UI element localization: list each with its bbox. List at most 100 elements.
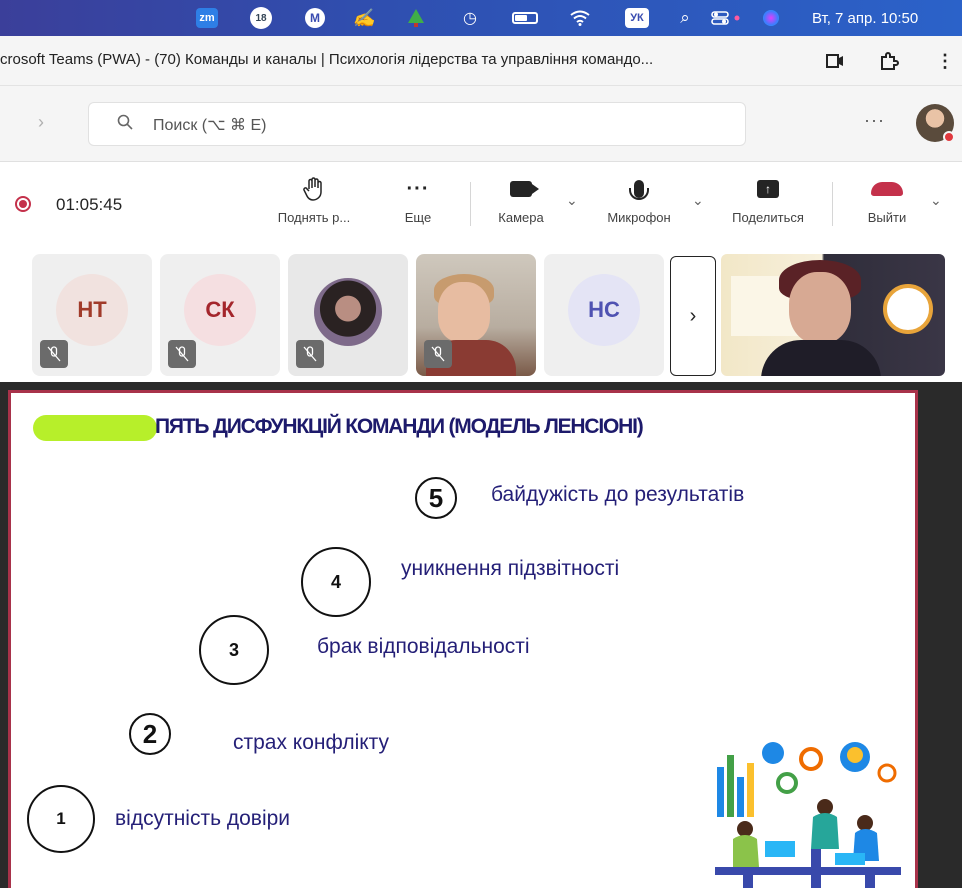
camera-icon bbox=[510, 172, 539, 206]
time-machine-icon[interactable]: ◷ bbox=[458, 8, 482, 28]
more-actions-button[interactable]: ··· Еще bbox=[396, 172, 440, 238]
input-source-icon[interactable]: УК bbox=[625, 8, 649, 28]
signature-icon[interactable]: ✍ bbox=[352, 8, 376, 28]
step-number-5: 5 bbox=[415, 477, 457, 519]
wifi-shape bbox=[570, 10, 590, 26]
battery-icon[interactable] bbox=[510, 8, 540, 28]
step-text-5: байдужість до результатів bbox=[491, 483, 745, 506]
leave-button[interactable]: Выйти bbox=[852, 172, 922, 238]
institute-logo bbox=[883, 284, 933, 334]
participant-initials: НС bbox=[568, 274, 640, 346]
siri-icon[interactable] bbox=[760, 8, 782, 28]
hand-shape bbox=[303, 177, 322, 201]
leave-label: Выйти bbox=[867, 210, 907, 225]
camera-label: Камера bbox=[498, 210, 544, 225]
presenter-video-tile[interactable] bbox=[721, 254, 945, 376]
participant-strip: НТ СК НС › bbox=[0, 246, 962, 382]
title-highlight-marker bbox=[33, 415, 157, 441]
step-text-3: брак відповідальності bbox=[317, 635, 530, 658]
mail-letter: M bbox=[305, 8, 325, 28]
tree-app-icon[interactable] bbox=[404, 8, 428, 28]
step-number-1: 1 bbox=[27, 785, 95, 853]
step-text-1: відсутність довіри bbox=[115, 807, 291, 830]
presence-busy-icon bbox=[943, 131, 955, 143]
hang-up-icon bbox=[871, 172, 903, 206]
step-number-2: 2 bbox=[129, 713, 171, 755]
mic-muted-icon bbox=[168, 340, 196, 368]
control-center-icon[interactable] bbox=[708, 8, 748, 28]
video-cast-icon[interactable] bbox=[822, 48, 848, 74]
macos-menu-bar: zm 18 M ✍ ◷ УК ⌕ Вт, 7 апр. 10:50 bbox=[0, 0, 962, 36]
participant-photo bbox=[314, 278, 382, 346]
hand-icon bbox=[303, 172, 325, 206]
participant-video-tile[interactable] bbox=[416, 254, 536, 376]
meeting-toolbar: 01:05:45 Поднять р... ··· Еще Камера ⌄ М… bbox=[0, 162, 962, 246]
muted-shape bbox=[431, 346, 445, 362]
team-illustration bbox=[715, 742, 901, 888]
participant-tile[interactable] bbox=[288, 254, 408, 376]
badge-count: 18 bbox=[250, 7, 272, 29]
microphone-button[interactable]: Микрофон bbox=[594, 172, 684, 238]
extension-icon[interactable] bbox=[876, 48, 902, 74]
kebab-menu-icon[interactable]: ⋮ bbox=[932, 48, 958, 74]
presenter-body bbox=[761, 340, 881, 376]
puzzle-shape bbox=[881, 52, 899, 70]
camera-options-chevron-icon[interactable]: ⌄ bbox=[566, 192, 578, 209]
microphone-icon bbox=[629, 172, 649, 206]
mic-muted-icon bbox=[40, 340, 68, 368]
toolbar-divider bbox=[832, 182, 833, 226]
share-label: Поделиться bbox=[732, 210, 804, 225]
camera-button[interactable]: Камера bbox=[486, 172, 556, 238]
more-dots-icon: ··· bbox=[406, 177, 430, 200]
microphone-label: Микрофон bbox=[607, 210, 671, 225]
participant-tile[interactable]: НС bbox=[544, 254, 664, 376]
back-chevron-icon[interactable]: › bbox=[38, 112, 44, 133]
control-center-shape bbox=[711, 11, 740, 25]
window-title-bar: crosoft Teams (PWA) - (70) Команды и кан… bbox=[0, 36, 962, 86]
avatar[interactable] bbox=[916, 104, 955, 143]
search-input[interactable]: Поиск (⌥ ⌘ E) bbox=[88, 102, 746, 146]
more-options-icon[interactable]: ··· bbox=[864, 110, 885, 131]
presentation-slide: ПЯТЬ ДИСФУНКЦІЙ КОМАНДИ (МОДЕЛЬ ЛЕНСІОНІ… bbox=[8, 390, 918, 888]
mic-muted-icon bbox=[296, 340, 324, 368]
raise-hand-button[interactable]: Поднять р... bbox=[270, 172, 358, 238]
muted-shape bbox=[175, 346, 189, 362]
raise-hand-label: Поднять р... bbox=[277, 210, 351, 225]
search-icon bbox=[117, 114, 133, 135]
mail-menu-icon[interactable]: M bbox=[304, 8, 326, 28]
video-shape bbox=[826, 54, 843, 68]
magnifier-shape bbox=[117, 114, 133, 130]
tree-shape bbox=[408, 9, 424, 27]
recording-icon bbox=[15, 196, 31, 212]
zoom-menu-icon[interactable]: zm bbox=[196, 8, 218, 28]
leave-options-chevron-icon[interactable]: ⌄ bbox=[930, 192, 942, 209]
participant-initials: НТ bbox=[56, 274, 128, 346]
notification-badge-icon[interactable]: 18 bbox=[248, 7, 274, 29]
next-participants-chevron-icon[interactable]: › bbox=[670, 256, 716, 376]
muted-shape bbox=[303, 346, 317, 362]
more-label: Еще bbox=[404, 210, 432, 225]
step-text-2: страх конфлікту bbox=[233, 731, 390, 754]
teams-window: { "menubar": { "zoom_label": "zm", "badg… bbox=[0, 0, 962, 888]
spotlight-search-icon[interactable]: ⌕ bbox=[675, 8, 695, 28]
search-placeholder: Поиск (⌥ ⌘ E) bbox=[153, 117, 267, 134]
step-number-3: 3 bbox=[199, 615, 269, 685]
step-text-4: уникнення підзвітності bbox=[401, 557, 620, 580]
participant-video-face bbox=[438, 282, 490, 342]
microphone-options-chevron-icon[interactable]: ⌄ bbox=[692, 192, 704, 209]
share-tray-icon: ↑ bbox=[757, 172, 779, 206]
presenter-face bbox=[789, 272, 851, 344]
toolbar-divider bbox=[470, 182, 471, 226]
wifi-icon[interactable] bbox=[568, 8, 592, 28]
teams-header: › Поиск (⌥ ⌘ E) ··· bbox=[0, 86, 962, 162]
share-button[interactable]: ↑ Поделиться bbox=[720, 172, 816, 238]
meeting-timer: 01:05:45 bbox=[56, 195, 123, 214]
participant-tile[interactable]: НТ bbox=[32, 254, 152, 376]
step-number-4: 4 bbox=[301, 547, 371, 617]
participant-tile[interactable]: СК bbox=[160, 254, 280, 376]
window-title: crosoft Teams (PWA) - (70) Команды и кан… bbox=[0, 51, 654, 68]
menubar-datetime[interactable]: Вт, 7 апр. 10:50 bbox=[812, 8, 960, 28]
muted-shape bbox=[47, 346, 61, 362]
slide-title: ПЯТЬ ДИСФУНКЦІЙ КОМАНДИ (МОДЕЛЬ ЛЕНСІОНІ… bbox=[155, 415, 644, 438]
shared-content-stage: ПЯТЬ ДИСФУНКЦІЙ КОМАНДИ (МОДЕЛЬ ЛЕНСІОНІ… bbox=[0, 382, 962, 888]
